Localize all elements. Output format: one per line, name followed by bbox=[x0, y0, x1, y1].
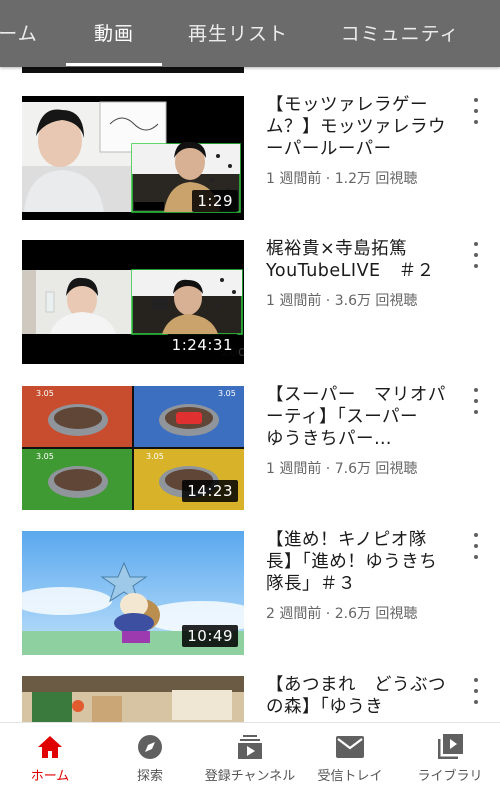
nav-library[interactable]: ライブラリ bbox=[400, 723, 500, 789]
nav-explore[interactable]: 探索 bbox=[100, 723, 200, 789]
video-duration: 1:24:31 bbox=[166, 334, 238, 356]
video-item[interactable]: zoom 1:24:31 梶裕貴×寺島拓篤 YouTubeLIVE ＃２ 1 週… bbox=[0, 238, 500, 364]
video-duration: 1:29 bbox=[192, 190, 238, 212]
svg-text:3.05: 3.05 bbox=[36, 452, 54, 461]
channel-tab-bar: ーム 動画 再生リスト コミュニティ bbox=[0, 0, 500, 67]
video-item[interactable]: 3.05 3.05 3.05 3.05 14:23 【スーパー マリオパーティ】「ス… bbox=[0, 384, 500, 510]
video-title[interactable]: 【進め！キノピオ隊長】「進め！ゆうきち隊長」＃３ bbox=[266, 529, 452, 595]
previous-video-thumbnail[interactable] bbox=[22, 67, 244, 73]
nav-label: ホーム bbox=[30, 769, 70, 784]
nav-label: 受信トレイ bbox=[317, 769, 383, 784]
more-options-icon[interactable] bbox=[470, 533, 482, 559]
library-icon bbox=[436, 733, 464, 761]
more-options-icon[interactable] bbox=[470, 242, 482, 268]
video-thumbnail[interactable]: 1:29 bbox=[22, 96, 244, 220]
nav-label: 探索 bbox=[136, 769, 163, 784]
more-options-icon[interactable] bbox=[470, 98, 482, 124]
video-title[interactable]: 梶裕貴×寺島拓篤 YouTubeLIVE ＃２ bbox=[266, 238, 452, 282]
active-tab-indicator bbox=[66, 63, 162, 66]
more-options-icon[interactable] bbox=[470, 388, 482, 414]
tab-home[interactable]: ーム bbox=[0, 0, 48, 64]
subscriptions-icon bbox=[236, 733, 264, 761]
inbox-icon bbox=[335, 733, 365, 761]
nav-home[interactable]: ホーム bbox=[0, 723, 100, 789]
video-meta: 2 週間前 · 2.6万 回視聴 bbox=[266, 606, 418, 622]
video-item[interactable]: 10:49 【進め！キノピオ隊長】「進め！ゆうきち隊長」＃３ 2 週間前 · 2… bbox=[0, 529, 500, 655]
video-duration: 10:49 bbox=[182, 625, 238, 647]
video-title[interactable]: 【スーパー マリオパーティ】「スーパー ゆうきちパー… bbox=[266, 384, 452, 450]
nav-subscriptions[interactable]: 登録チャンネル bbox=[200, 723, 300, 789]
video-thumbnail[interactable]: zoom 1:24:31 bbox=[22, 240, 244, 364]
video-list[interactable]: 1:29 【モッツァレラゲーム？】モッツァレラウーパールーパー 1 週間前 · … bbox=[0, 67, 500, 722]
svg-text:3.05: 3.05 bbox=[218, 389, 236, 398]
nav-label: ライブラリ bbox=[417, 769, 483, 784]
home-icon bbox=[36, 733, 64, 761]
svg-text:3.05: 3.05 bbox=[146, 452, 164, 461]
more-options-icon[interactable] bbox=[470, 678, 482, 704]
video-item[interactable]: 【あつまれ どうぶつの森】「ゆうき bbox=[0, 674, 500, 722]
video-item[interactable]: 1:29 【モッツァレラゲーム？】モッツァレラウーパールーパー 1 週間前 · … bbox=[0, 94, 500, 220]
explore-icon bbox=[136, 733, 164, 761]
video-duration: 14:23 bbox=[182, 480, 238, 502]
tab-playlists[interactable]: 再生リスト bbox=[180, 0, 296, 64]
video-meta: 1 週間前 · 1.2万 回視聴 bbox=[266, 171, 418, 187]
video-thumbnail[interactable]: 10:49 bbox=[22, 531, 244, 655]
video-thumbnail[interactable] bbox=[22, 676, 244, 722]
svg-text:3.05: 3.05 bbox=[36, 389, 54, 398]
video-meta: 1 週間前 · 3.6万 回視聴 bbox=[266, 293, 418, 309]
video-title[interactable]: 【モッツァレラゲーム？】モッツァレラウーパールーパー bbox=[266, 94, 452, 160]
video-meta: 1 週間前 · 7.6万 回視聴 bbox=[266, 461, 418, 477]
nav-inbox[interactable]: 受信トレイ bbox=[300, 723, 400, 789]
bottom-navigation: ホーム 探索 登録チャンネル 受信トレイ ライブラリ bbox=[0, 722, 500, 789]
tab-videos[interactable]: 動画 bbox=[66, 0, 162, 64]
video-title[interactable]: 【あつまれ どうぶつの森】「ゆうき bbox=[266, 674, 452, 718]
video-thumbnail[interactable]: 3.05 3.05 3.05 3.05 14:23 bbox=[22, 386, 244, 510]
tab-community[interactable]: コミュニティ bbox=[330, 0, 470, 64]
nav-label: 登録チャンネル bbox=[204, 769, 296, 784]
